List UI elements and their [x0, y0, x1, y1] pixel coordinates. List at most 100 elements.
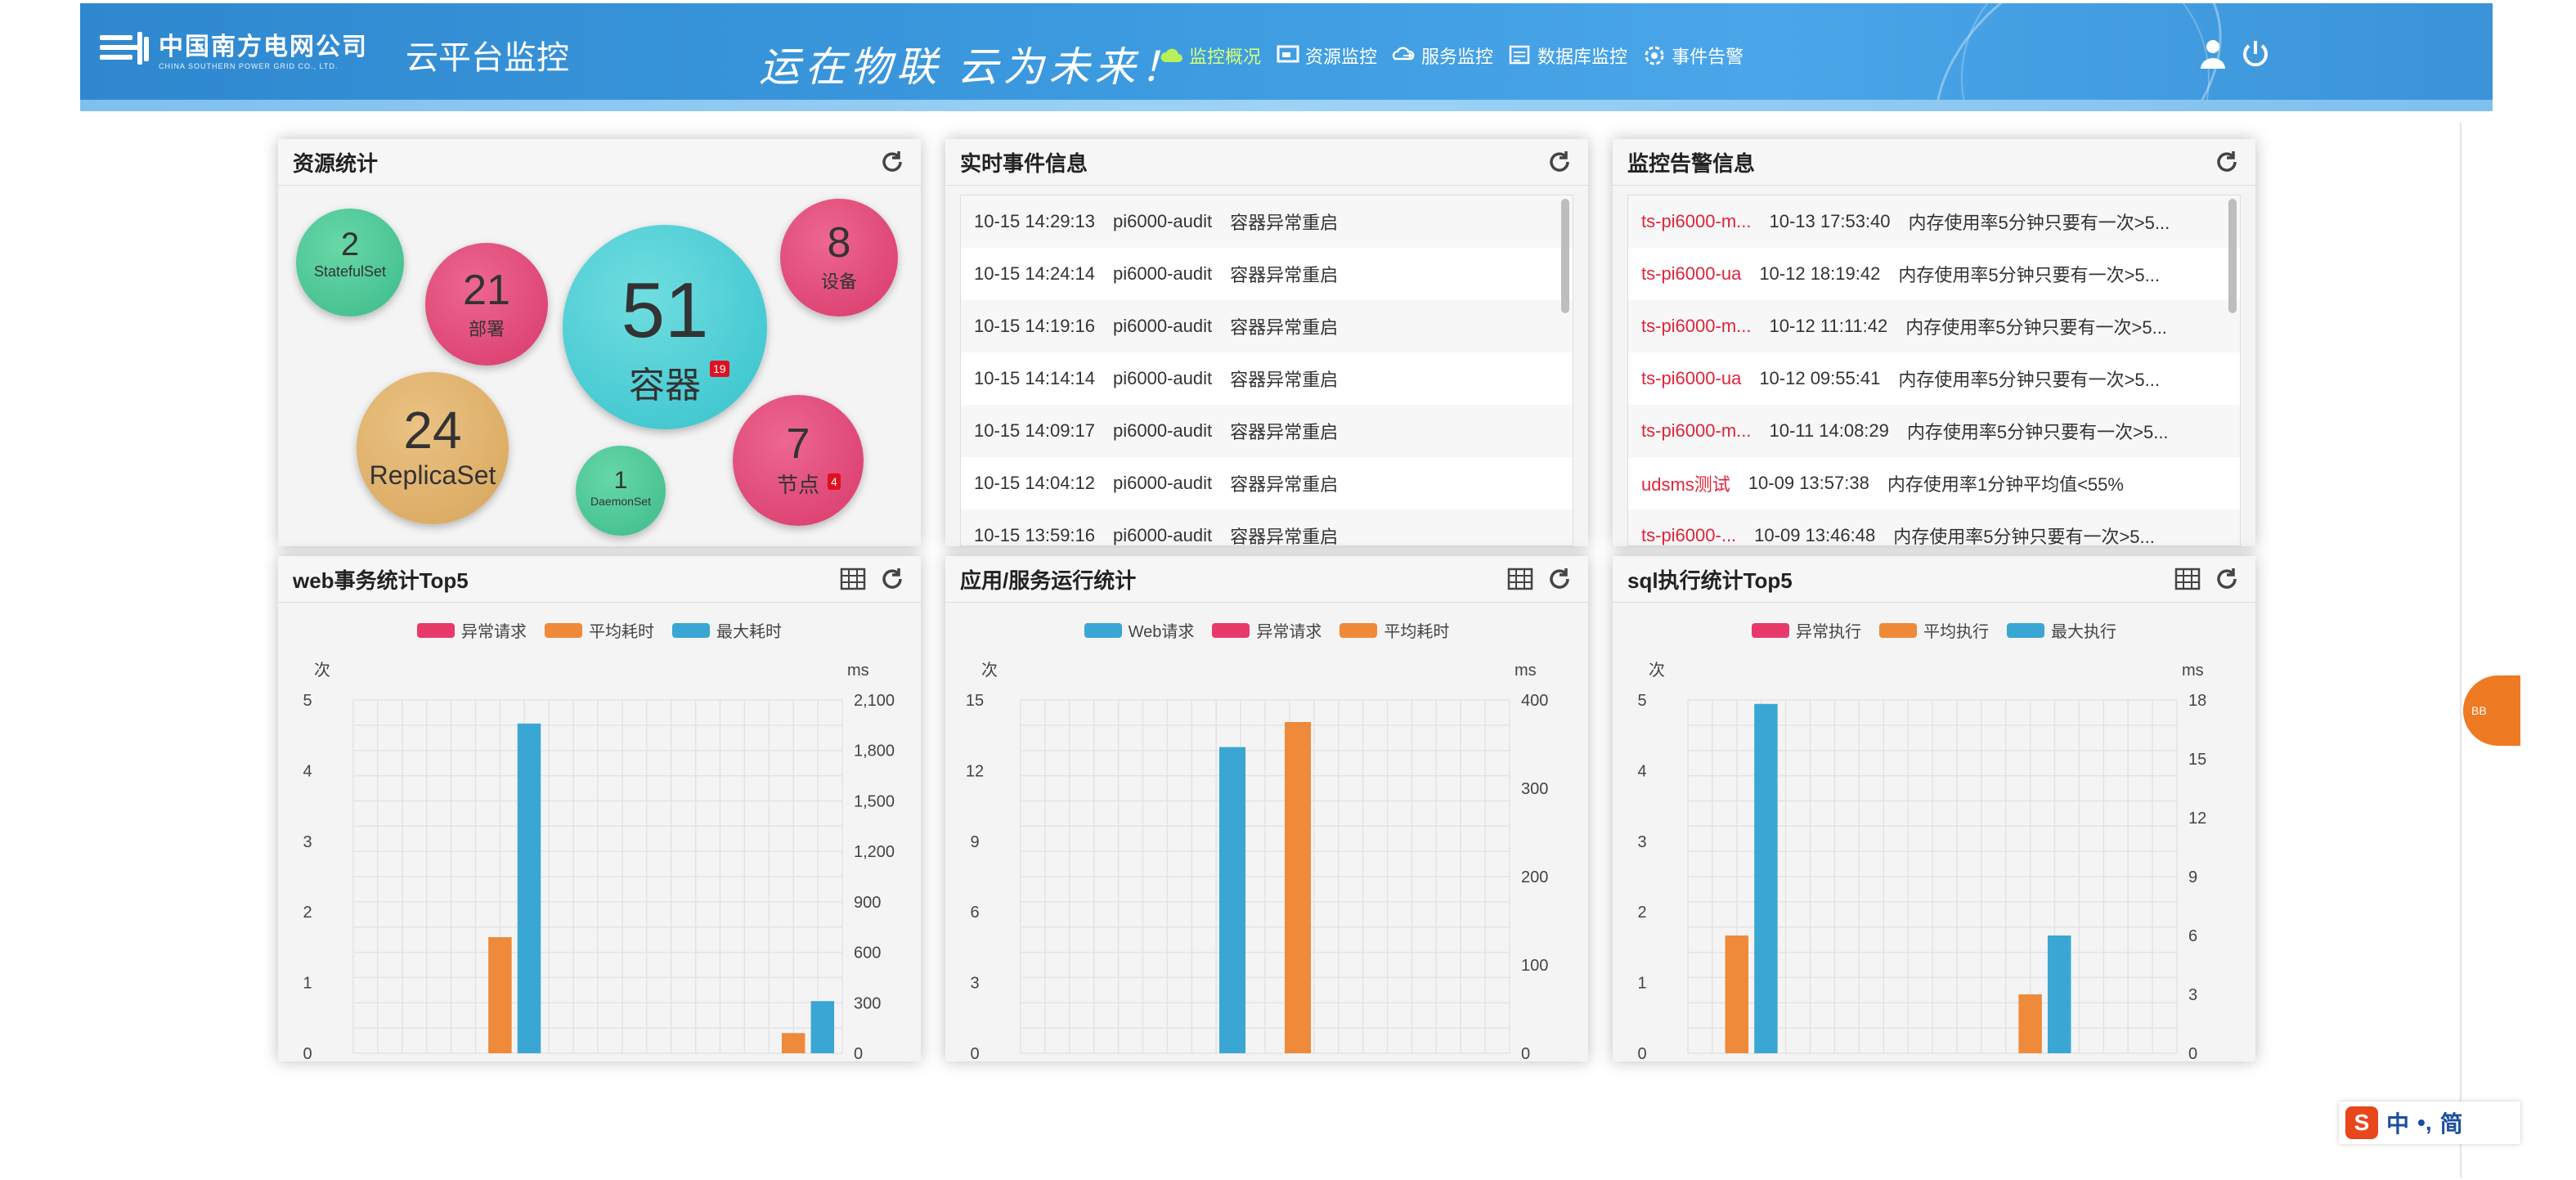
- event-row[interactable]: 10-15 14:24:14 pi6000-audit 容器异常重启: [961, 248, 1573, 300]
- event-row[interactable]: 10-15 14:09:17 pi6000-audit 容器异常重启: [961, 405, 1573, 457]
- bar: [1219, 747, 1245, 1053]
- page-edge: [2460, 123, 2462, 1178]
- ime-lang[interactable]: 中: [2386, 1106, 2409, 1139]
- alert-source: ts-pi6000-m...: [1641, 316, 1752, 336]
- y-tick-label: 1: [1637, 975, 1646, 993]
- alert-row[interactable]: ts-pi6000-ua 10-12 09:55:41 内存使用率5分钟只要有一次>…: [1628, 352, 2240, 405]
- bubble-label: 设备: [820, 271, 857, 292]
- side-button-label: BB: [2471, 704, 2487, 717]
- bubble-device[interactable]: 8 设备: [780, 199, 898, 316]
- event-row[interactable]: 10-15 14:04:12 pi6000-audit 容器异常重启: [961, 457, 1573, 509]
- scrollbar[interactable]: [1561, 199, 1569, 313]
- nav-item-services[interactable]: 服务监控: [1392, 43, 1493, 69]
- web-transactions-panel: web事务统计Top5 异常请求 平均耗时 最大耗时 次 ms 0 1 2 3 4 5 0 300 60…: [278, 556, 921, 1061]
- event-message: 容器异常重启: [1230, 213, 1339, 233]
- company-logo[interactable]: 中国南方电网公司 CHINA SOUTHERN POWER GRID CO., …: [100, 26, 368, 70]
- bubble-value: 24: [403, 401, 462, 460]
- bubble-container[interactable]: 51 容器 19: [563, 225, 767, 429]
- alert-row[interactable]: udsms测试 10-09 13:57:38 内存使用率1分钟平均值<55%: [1628, 457, 2240, 509]
- bubble-area: 2 StatefulSet 21 部署 51 容器 19 8 设备 24 Rep…: [278, 186, 921, 546]
- y-tick-label: 0: [1637, 1045, 1646, 1061]
- event-source: pi6000-audit: [1113, 211, 1213, 231]
- y2-tick-label: 1,800: [854, 743, 895, 760]
- bubble-node[interactable]: 7 节点 4: [733, 395, 864, 526]
- power-icon[interactable]: [2239, 38, 2272, 70]
- event-message: 容器异常重启: [1230, 317, 1339, 338]
- alerts-list[interactable]: ts-pi6000-m... 10-13 17:53:40 内存使用率5分钟只要有一…: [1627, 195, 2241, 546]
- header-band: [80, 100, 2493, 111]
- nav-item-database[interactable]: 数据库监控: [1508, 43, 1627, 69]
- alert-source: ts-pi6000-...: [1641, 525, 1737, 545]
- alert-message: 内存使用率5分钟只要有一次>5...: [1893, 527, 2155, 546]
- refresh-icon[interactable]: [878, 148, 906, 176]
- event-time: 10-15 14:19:16: [974, 316, 1096, 336]
- alert-time: 10-09 13:46:48: [1754, 525, 1876, 545]
- alert-row[interactable]: ts-pi6000-m... 10-12 11:11:42 内存使用率5分钟只要有一…: [1628, 300, 2240, 352]
- bubble-value: 2: [340, 227, 360, 262]
- alert-time: 10-13 17:53:40: [1769, 211, 1891, 231]
- alert-row[interactable]: ts-pi6000-m... 10-11 14:08:29 内存使用率5分钟只要有一…: [1628, 405, 2240, 457]
- event-time: 10-15 14:29:13: [974, 211, 1096, 231]
- events-list[interactable]: 10-15 14:29:13 pi6000-audit 容器异常重启 10-15 14…: [960, 195, 1573, 546]
- event-row[interactable]: 10-15 14:29:13 pi6000-audit 容器异常重启: [961, 195, 1573, 248]
- nav-item-alerts[interactable]: 事件告警: [1642, 43, 1744, 69]
- nav-item-overview[interactable]: 监控概况: [1160, 43, 1261, 69]
- alert-time: 10-11 14:08:29: [1769, 420, 1889, 441]
- refresh-icon[interactable]: [2213, 148, 2241, 176]
- alert-badge: 19: [710, 361, 729, 377]
- y2-tick-label: 300: [1521, 780, 1548, 798]
- y2-tick-label: 100: [1521, 957, 1548, 975]
- bar: [1725, 935, 1749, 1053]
- y2-tick-label: 400: [1521, 692, 1548, 710]
- ime-punct-icon[interactable]: •,: [2417, 1110, 2432, 1136]
- alert-message: 内存使用率5分钟只要有一次>5...: [1898, 370, 2160, 390]
- bubble-label: 节点: [776, 473, 819, 497]
- event-row[interactable]: 10-15 14:19:16 pi6000-audit 容器异常重启: [961, 300, 1573, 352]
- bubble-daemonset[interactable]: 1 DaemonSet: [576, 446, 666, 536]
- event-time: 10-15 13:59:16: [974, 525, 1096, 545]
- system-title: 云平台监控: [406, 39, 569, 76]
- bar: [2047, 935, 2071, 1053]
- ime-mode[interactable]: 简: [2440, 1106, 2463, 1139]
- y-tick-label: 0: [303, 1045, 312, 1061]
- y2-axis-label: ms: [847, 662, 869, 680]
- y2-tick-label: 0: [854, 1045, 863, 1061]
- company-name-en: CHINA SOUTHERN POWER GRID CO., LTD.: [159, 62, 339, 70]
- bubble-replicaset[interactable]: 24 ReplicaSet: [357, 372, 509, 524]
- side-float-button[interactable]: BB: [2463, 675, 2520, 746]
- alert-time: 10-12 18:19:42: [1759, 263, 1881, 284]
- monitor-icon: [1277, 45, 1299, 63]
- event-message: 容器异常重启: [1230, 265, 1339, 285]
- y2-tick-label: 15: [2188, 751, 2206, 769]
- bubble-deployment[interactable]: 21 部署: [425, 243, 548, 366]
- bar: [1754, 703, 1778, 1053]
- y2-tick-label: 18: [2188, 692, 2206, 710]
- bubble-value: 8: [827, 219, 851, 267]
- ime-toolbar[interactable]: S 中 •, 简: [2339, 1101, 2520, 1144]
- resource-stats-panel: 资源统计 2 StatefulSet 21 部署 51 容器 19 8 设备 2…: [278, 139, 921, 546]
- user-icon[interactable]: [2198, 38, 2228, 70]
- y2-tick-label: 200: [1521, 868, 1548, 886]
- nav-item-resources[interactable]: 资源监控: [1276, 43, 1377, 69]
- y2-tick-label: 12: [2188, 810, 2206, 828]
- alert-row[interactable]: ts-pi6000-... 10-09 13:46:48 内存使用率5分钟只要有一次…: [1628, 509, 2240, 546]
- slogan: 运在物联 云为未来！: [759, 44, 1187, 90]
- bubble-statefulset[interactable]: 2 StatefulSet: [296, 209, 404, 316]
- alert-row[interactable]: ts-pi6000-ua 10-12 18:19:42 内存使用率5分钟只要有一次>…: [1628, 248, 2240, 300]
- event-message: 容器异常重启: [1230, 422, 1339, 442]
- bubble-label: 部署: [468, 319, 505, 339]
- scrollbar[interactable]: [2228, 199, 2237, 313]
- alert-message: 内存使用率5分钟只要有一次>5...: [1905, 317, 2167, 338]
- event-row[interactable]: 10-15 13:59:16 pi6000-audit 容器异常重启: [961, 509, 1573, 545]
- event-row[interactable]: 10-15 14:14:14 pi6000-audit 容器异常重启: [961, 352, 1573, 405]
- bar: [810, 1001, 835, 1053]
- event-time: 10-15 14:24:14: [974, 263, 1096, 284]
- y-tick-label: 12: [966, 762, 984, 780]
- refresh-icon[interactable]: [1546, 148, 1573, 176]
- panel-title: 监控告警信息: [1627, 150, 1756, 176]
- bubble-value: 1: [613, 467, 628, 494]
- gear-icon: [1645, 46, 1664, 65]
- alert-row[interactable]: ts-pi6000-m... 10-13 17:53:40 内存使用率5分钟只要有一…: [1628, 195, 2240, 248]
- nav-label: 资源监控: [1305, 47, 1378, 67]
- app-service-panel: 应用/服务运行统计 Web请求 异常请求 平均耗时 次 ms 0 3 6 9 12 15 0 100 2…: [945, 556, 1588, 1061]
